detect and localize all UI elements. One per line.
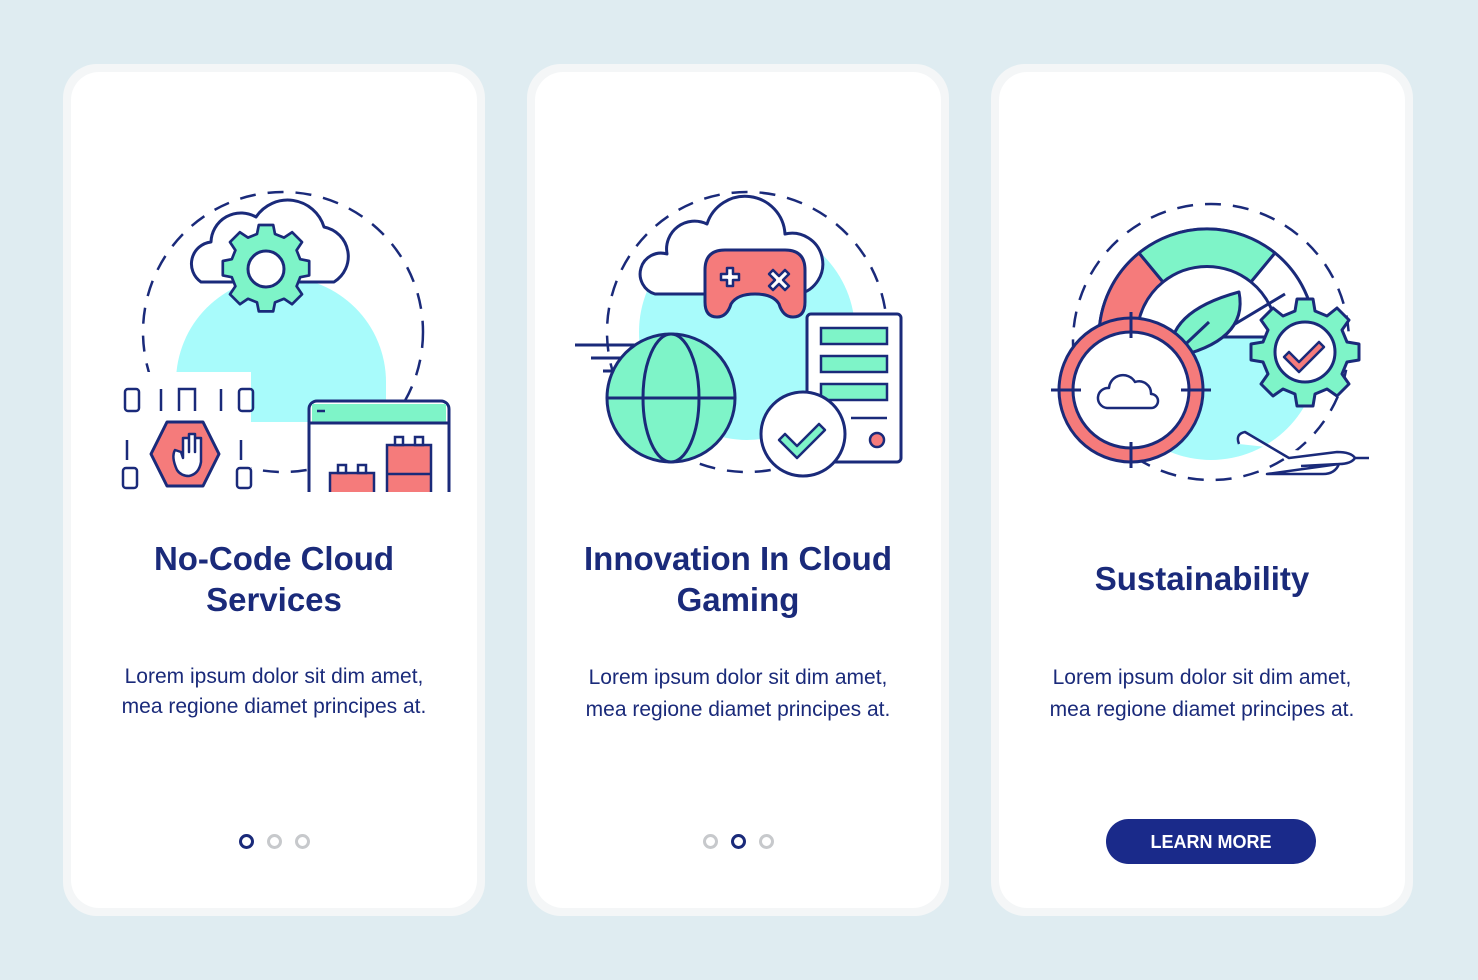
hand-icon [1236,430,1369,476]
cloud-gamepad-globe-server-icon [575,190,903,478]
card-surface: No-Code Cloud Services Lorem ipsum dolor… [71,72,477,908]
onboarding-card-cloud-gaming: Innovation In Cloud Gaming Lorem ipsum d… [527,64,949,916]
card-title: No-Code Cloud Services [153,540,395,618]
block-icon [328,471,376,492]
page-dot-3[interactable] [294,834,310,849]
gear-check-icon [1249,297,1361,408]
page-dot-1[interactable] [238,834,254,849]
card-body: Lorem ipsum dolor sit dim amet, mea regi… [585,666,891,721]
page-dot-3[interactable] [758,834,774,849]
cloud-gear-binary-window-icon [111,190,451,492]
page-dot-2[interactable] [266,834,282,849]
block-stack-icon [385,443,433,492]
card-body: Lorem ipsum dolor sit dim amet, mea regi… [1049,666,1355,721]
onboarding-card-sustainability: Sustainability Lorem ipsum dolor sit dim… [991,64,1413,916]
card-surface: Innovation In Cloud Gaming Lorem ipsum d… [535,72,941,908]
card-title: Innovation In Cloud Gaming [584,540,892,618]
card-surface: Sustainability Lorem ipsum dolor sit dim… [999,72,1405,908]
gear-icon [221,223,311,313]
page-dot-2[interactable] [730,834,746,849]
onboarding-card-no-code: No-Code Cloud Services Lorem ipsum dolor… [63,64,485,916]
checkmark-badge-icon [759,390,847,478]
page-dot-1[interactable] [702,834,718,849]
globe-icon [605,332,737,464]
gauge-leaf-target-gear-hand-icon [1051,202,1369,482]
learn-more-button[interactable]: LEARN MORE [1106,819,1316,864]
card-body: Lorem ipsum dolor sit dim amet, mea regi… [121,665,427,718]
pagination-dots [71,834,477,849]
pagination-dots [535,834,941,849]
card-title: Sustainability [1094,560,1310,597]
